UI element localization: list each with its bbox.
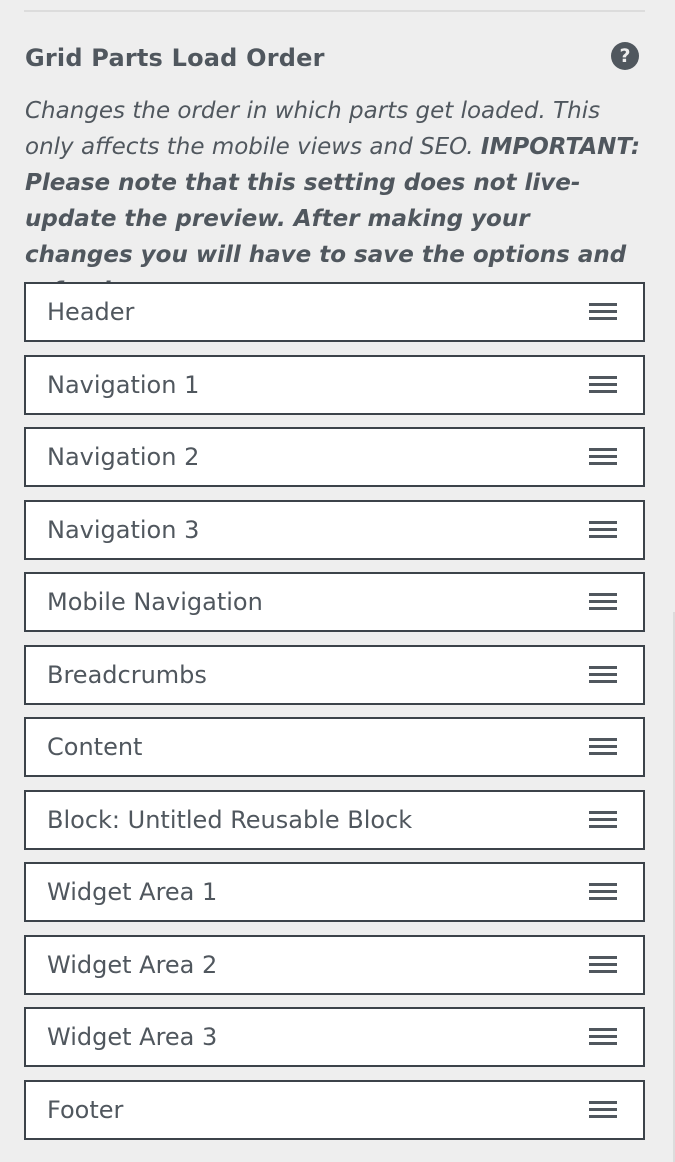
sortable-item-content[interactable]: Content (24, 717, 645, 777)
help-icon[interactable]: ? (611, 42, 639, 70)
section-divider (24, 10, 645, 12)
section-title: Grid Parts Load Order (25, 44, 325, 72)
sortable-item-mobile-navigation[interactable]: Mobile Navigation (24, 572, 645, 632)
item-label: Widget Area 2 (47, 950, 218, 979)
drag-handle-icon[interactable] (589, 1100, 617, 1119)
drag-handle-icon[interactable] (589, 303, 617, 321)
drag-handle-icon[interactable] (589, 883, 617, 901)
sortable-item-navigation-1[interactable]: Navigation 1 (24, 354, 645, 415)
item-label: Navigation 3 (47, 515, 200, 544)
item-label: Footer (47, 1095, 124, 1124)
item-label: Navigation 2 (47, 443, 200, 471)
drag-handle-icon[interactable] (589, 520, 617, 539)
sortable-item-widget-area-2[interactable]: Widget Area 2 (24, 934, 645, 995)
sortable-item-reusable-block[interactable]: Block: Untitled Reusable Block (24, 789, 645, 850)
item-label: Block: Untitled Reusable Block (47, 805, 413, 834)
item-label: Breadcrumbs (47, 660, 207, 689)
drag-handle-icon[interactable] (589, 955, 617, 974)
customizer-panel: Grid Parts Load Order ? Changes the orde… (0, 0, 675, 1162)
drag-handle-icon[interactable] (589, 448, 617, 466)
drag-handle-icon[interactable] (589, 375, 617, 394)
item-label: Content (47, 733, 143, 761)
sortable-item-header[interactable]: Header (24, 282, 645, 342)
item-label: Widget Area 3 (47, 1023, 218, 1051)
sortable-item-widget-area-1[interactable]: Widget Area 1 (24, 862, 645, 922)
drag-handle-icon[interactable] (589, 738, 617, 756)
drag-handle-icon[interactable] (589, 665, 617, 684)
sortable-item-breadcrumbs[interactable]: Breadcrumbs (24, 644, 645, 705)
section-description: Changes the order in which parts get loa… (25, 93, 645, 309)
drag-handle-icon[interactable] (589, 593, 617, 611)
sortable-item-footer[interactable]: Footer (24, 1079, 645, 1140)
item-label: Header (47, 298, 135, 326)
drag-handle-icon[interactable] (589, 1028, 617, 1046)
sortable-item-widget-area-3[interactable]: Widget Area 3 (24, 1007, 645, 1067)
sortable-item-navigation-3[interactable]: Navigation 3 (24, 499, 645, 560)
item-label: Mobile Navigation (47, 588, 263, 616)
drag-handle-icon[interactable] (589, 810, 617, 829)
sortable-item-navigation-2[interactable]: Navigation 2 (24, 427, 645, 487)
item-label: Navigation 1 (47, 370, 200, 399)
grid-parts-sortable-list: Header Navigation 1 Navigation 2 Navigat… (24, 282, 645, 1152)
item-label: Widget Area 1 (47, 878, 218, 906)
